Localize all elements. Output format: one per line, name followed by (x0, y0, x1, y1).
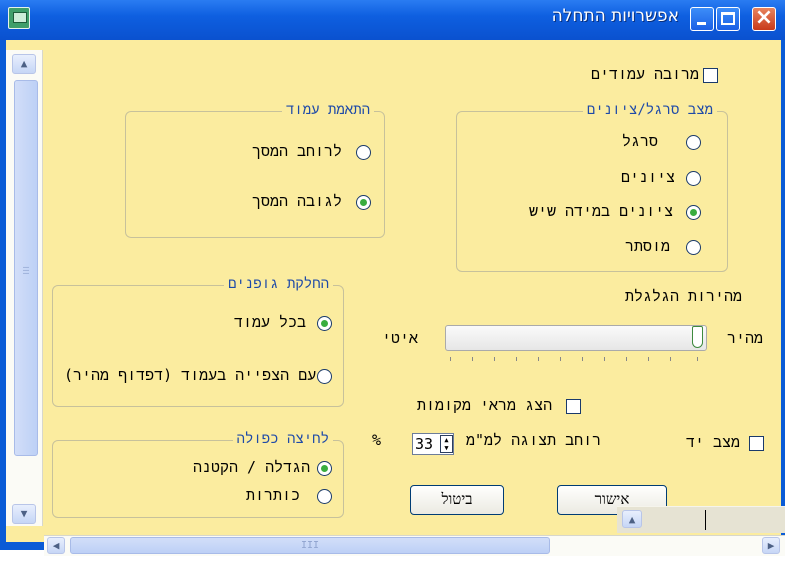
horizontal-scrollbar[interactable]: ◀ III ▶ (44, 535, 785, 556)
window-title: אפשרויות התחלה (551, 6, 679, 26)
percent-unit: % (372, 431, 382, 449)
close-icon: × (754, 5, 774, 30)
font-smoothing-group-title: החלקת גופנים (224, 276, 333, 293)
horizontal-scroll-thumb[interactable]: III (70, 537, 550, 554)
multi-column-checkbox[interactable] (703, 68, 718, 83)
scroll-left-arrow-icon[interactable]: ◀ (47, 537, 65, 554)
close-button[interactable]: × (752, 5, 776, 31)
radio-screen-width-label: לרוחב המסך (252, 142, 343, 160)
radio-grades[interactable] (686, 171, 701, 186)
radio-screen-height[interactable] (356, 195, 371, 210)
app-icon[interactable] (8, 7, 30, 29)
scroll-speed-fast-label: מהיר (727, 329, 764, 347)
slider-tick (516, 357, 517, 361)
radio-headers-label: כותרות (246, 486, 301, 504)
display-width-label: רוחב תצוגה למ"מ (466, 431, 602, 449)
slider-tick (472, 357, 473, 361)
scroll-speed-title: מהירות הגלגלת (625, 287, 743, 305)
slider-tick (538, 357, 539, 361)
radio-every-page[interactable] (317, 316, 332, 331)
slider-tick (494, 357, 495, 361)
dialog-window: אפשרויות התחלה × ▲ — — — ▼ מרובה עמודים מצ… (0, 0, 785, 556)
vertical-scroll-thumb[interactable]: — — — (14, 80, 38, 456)
minimize-button[interactable] (690, 7, 714, 31)
double-click-group: לחיצה כפולה (52, 431, 344, 518)
radio-every-page-label: בכל עמוד (234, 313, 307, 331)
overlay-panel: ▲ (617, 506, 785, 533)
double-click-group-title: לחיצה כפולה (232, 431, 333, 448)
show-references-label: הצג מראי מקומות (417, 396, 553, 414)
radio-headers[interactable] (317, 489, 332, 504)
radio-hidden[interactable] (686, 240, 701, 255)
radio-zoom-label: הגדלה / הקטנה (193, 458, 311, 476)
cancel-button[interactable]: ביטול (410, 485, 504, 515)
radio-grades-label: ציונים (621, 168, 676, 186)
title-bar[interactable]: אפשרויות התחלה × (0, 0, 785, 40)
multi-column-label: מרובה עמודים (590, 65, 699, 83)
radio-hidden-label: מוסתר (625, 237, 671, 255)
show-references-checkbox[interactable] (566, 399, 581, 414)
column-fit-group-title: התאמת עמוד (281, 102, 374, 119)
slider-tick (560, 357, 561, 361)
slider-tick (648, 357, 649, 361)
overlay-up-arrow-icon[interactable]: ▲ (622, 510, 642, 528)
hand-mode-checkbox[interactable] (749, 436, 764, 451)
font-smoothing-group: החלקת גופנים (52, 276, 344, 407)
view-mode-group-title: מצב סרגל/ציונים (582, 102, 717, 119)
scroll-down-arrow-icon[interactable]: ▼ (12, 504, 36, 524)
vertical-scrollbar[interactable]: ▲ — — — ▼ (6, 50, 43, 526)
grip-icon: — — — (23, 262, 30, 279)
spinner-arrows-icon[interactable]: ▲ ▼ (440, 435, 453, 453)
radio-grades-if-any[interactable] (686, 205, 701, 220)
slider-tick (626, 357, 627, 361)
radio-screen-width[interactable] (356, 145, 371, 160)
scroll-speed-slow-label: איטי (382, 329, 419, 347)
scroll-up-arrow-icon[interactable]: ▲ (12, 54, 36, 74)
slider-tick (697, 357, 698, 361)
scroll-speed-slider-thumb[interactable] (692, 326, 703, 348)
radio-zoom[interactable] (317, 461, 332, 476)
slider-tick (582, 357, 583, 361)
radio-ruler[interactable] (686, 135, 701, 150)
hand-mode-label: מצב יד (686, 433, 741, 451)
maximize-button[interactable] (716, 7, 740, 31)
radio-on-view[interactable] (317, 369, 332, 384)
scroll-right-arrow-icon[interactable]: ▶ (762, 537, 780, 554)
overlay-separator (705, 510, 706, 530)
slider-tick (450, 357, 451, 361)
scroll-speed-slider[interactable] (445, 325, 707, 351)
column-fit-group: התאמת עמוד (125, 102, 385, 238)
radio-on-view-label: עם הצפייה בעמוד (דפדוף מהיר) (64, 366, 317, 384)
radio-screen-height-label: לגובה המסך (252, 192, 343, 210)
radio-ruler-label: סרגל (622, 132, 659, 150)
radio-grades-if-any-label: ציונים במידה שיש (529, 202, 674, 220)
slider-tick (670, 357, 671, 361)
slider-tick (604, 357, 605, 361)
